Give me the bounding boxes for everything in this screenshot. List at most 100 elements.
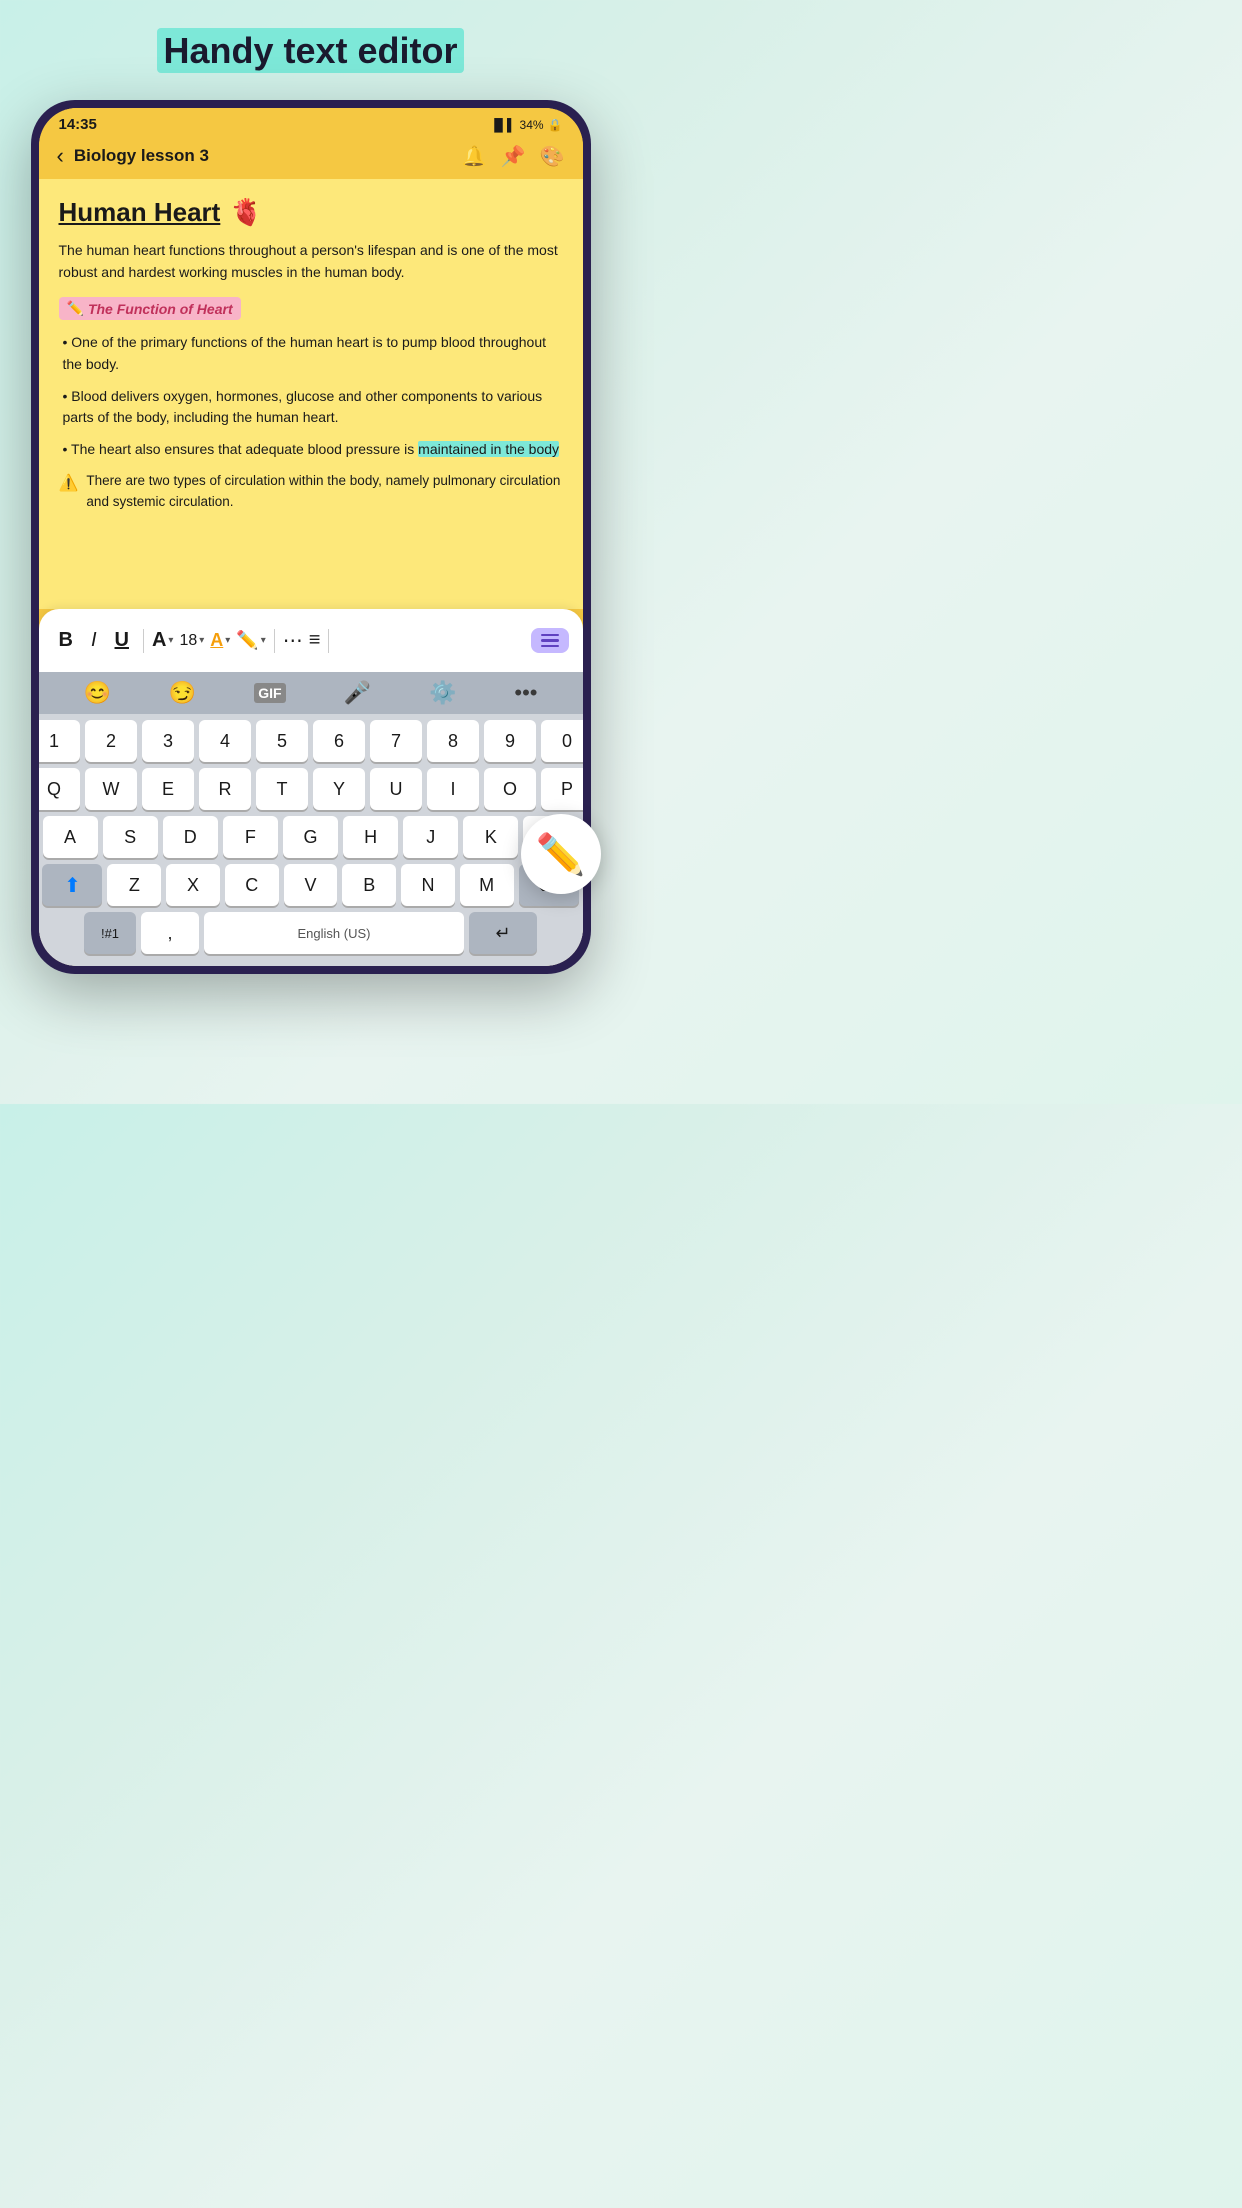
key-q[interactable]: Q: [39, 768, 81, 810]
key-3[interactable]: 3: [142, 720, 194, 762]
more-button[interactable]: •••: [514, 680, 537, 706]
key-f[interactable]: F: [223, 816, 278, 858]
pen-icon: ✏️: [236, 630, 258, 651]
number-row: 1 2 3 4 5 6 7 8 9 0: [43, 720, 579, 762]
qwerty-row: Q W E R T Y U I O P: [43, 768, 579, 810]
keyboard: 😊 😏 GIF 🎤 ⚙️ ••• 1 2 3 4 5 6 7 8 9: [39, 672, 583, 966]
shift-key[interactable]: ⬆: [42, 864, 102, 906]
keyboard-toolbar: 😊 😏 GIF 🎤 ⚙️ •••: [39, 672, 583, 714]
key-m[interactable]: M: [460, 864, 514, 906]
edit-pencil-icon: ✏️: [536, 831, 586, 878]
warning-icon: ⚠️: [59, 472, 79, 497]
key-s[interactable]: S: [103, 816, 158, 858]
more-options-button[interactable]: [531, 628, 569, 654]
key-p[interactable]: P: [541, 768, 583, 810]
key-e[interactable]: E: [142, 768, 194, 810]
zxcv-row: ⬆ Z X C V B N M ⌫: [43, 864, 579, 906]
key-r[interactable]: R: [199, 768, 251, 810]
key-k[interactable]: K: [463, 816, 518, 858]
key-c[interactable]: C: [225, 864, 279, 906]
bell-icon[interactable]: 🔔: [462, 144, 487, 169]
highlight-icon: A: [210, 630, 223, 651]
key-b[interactable]: B: [342, 864, 396, 906]
key-i[interactable]: I: [427, 768, 479, 810]
key-9[interactable]: 9: [484, 720, 536, 762]
key-d[interactable]: D: [163, 816, 218, 858]
bullet-list: • One of the primary functions of the hu…: [59, 332, 563, 512]
page-headline: Handy text editor: [157, 30, 463, 72]
settings-button[interactable]: ⚙️: [429, 680, 456, 706]
key-t[interactable]: T: [256, 768, 308, 810]
formatting-toolbar: B I U A ▾ 18 ▾ A ▾ ✏️ ▾ ⋯ ≡: [39, 609, 583, 672]
font-size-arrow: ▾: [199, 635, 204, 646]
menu-line-3: [541, 645, 559, 648]
nav-bar: ‹ Biology lesson 3 🔔 📌 🎨: [39, 137, 583, 179]
lock-icon: 🔒: [548, 118, 563, 132]
key-4[interactable]: 4: [199, 720, 251, 762]
bottom-row: !#1 , English (US) ↵: [43, 912, 579, 954]
key-5[interactable]: 5: [256, 720, 308, 762]
floating-edit-button[interactable]: ✏️: [521, 814, 601, 894]
pen-picker[interactable]: ✏️ ▾: [236, 630, 265, 651]
italic-button[interactable]: I: [85, 625, 103, 656]
headline-highlight: Handy text editor: [157, 28, 463, 73]
document-body: The human heart functions throughout a p…: [59, 240, 563, 283]
status-time: 14:35: [59, 116, 97, 133]
key-0[interactable]: 0: [541, 720, 583, 762]
palette-icon[interactable]: 🎨: [540, 144, 565, 169]
key-1[interactable]: 1: [39, 720, 81, 762]
phone-screen: 14:35 ▐▌▌ 34% 🔒 ‹ Biology lesson 3 🔔 📌 🎨…: [39, 108, 583, 966]
font-size-label: 18: [179, 632, 197, 650]
emoji-button[interactable]: 😊: [83, 680, 110, 706]
status-icons: ▐▌▌ 34% 🔒: [490, 118, 563, 132]
document-title: Human Heart: [59, 197, 221, 228]
key-a[interactable]: A: [43, 816, 98, 858]
enter-key[interactable]: ↵: [469, 912, 537, 954]
highlight-picker[interactable]: A ▾: [210, 630, 230, 651]
warning-text: There are two types of circulation withi…: [86, 471, 562, 513]
sticker-button[interactable]: 😏: [169, 680, 196, 706]
section-heading: ✏️ The Function of Heart: [59, 297, 241, 320]
underline-button[interactable]: U: [109, 625, 135, 656]
divider-3: [328, 629, 329, 653]
key-2[interactable]: 2: [85, 720, 137, 762]
comma-key[interactable]: ,: [141, 912, 199, 954]
divider-2: [274, 629, 275, 653]
key-w[interactable]: W: [85, 768, 137, 810]
space-key[interactable]: English (US): [204, 912, 464, 954]
font-size-picker[interactable]: 18 ▾: [179, 632, 204, 650]
key-h[interactable]: H: [343, 816, 398, 858]
key-j[interactable]: J: [403, 816, 458, 858]
key-g[interactable]: G: [283, 816, 338, 858]
bullet-list-button[interactable]: ≡: [309, 629, 321, 652]
pin-icon[interactable]: 📌: [501, 144, 526, 169]
menu-line-1: [541, 634, 559, 637]
key-u[interactable]: U: [370, 768, 422, 810]
mic-button[interactable]: 🎤: [344, 680, 371, 706]
bold-button[interactable]: B: [53, 625, 79, 656]
key-z[interactable]: Z: [107, 864, 161, 906]
key-7[interactable]: 7: [370, 720, 422, 762]
key-n[interactable]: N: [401, 864, 455, 906]
divider-1: [143, 629, 144, 653]
phone-frame: 14:35 ▐▌▌ 34% 🔒 ‹ Biology lesson 3 🔔 📌 🎨…: [31, 100, 591, 974]
pen-arrow: ▾: [261, 635, 266, 646]
key-o[interactable]: O: [484, 768, 536, 810]
font-arrow: ▾: [168, 635, 173, 646]
font-picker[interactable]: A ▾: [152, 629, 173, 652]
key-8[interactable]: 8: [427, 720, 479, 762]
special-key[interactable]: !#1: [84, 912, 136, 954]
key-x[interactable]: X: [166, 864, 220, 906]
pencil-icon: ✏️: [67, 300, 84, 317]
battery-level: 34%: [520, 118, 544, 132]
bullet-item-2: • Blood delivers oxygen, hormones, gluco…: [59, 386, 563, 429]
key-v[interactable]: V: [284, 864, 338, 906]
menu-line-2: [541, 639, 559, 642]
signal-icon: ▐▌▌: [490, 118, 516, 132]
back-button[interactable]: ‹: [57, 143, 64, 169]
key-y[interactable]: Y: [313, 768, 365, 810]
key-6[interactable]: 6: [313, 720, 365, 762]
numbered-list-button[interactable]: ⋯: [283, 628, 303, 653]
warning-item: ⚠️ There are two types of circulation wi…: [59, 471, 563, 513]
gif-button[interactable]: GIF: [254, 683, 285, 703]
